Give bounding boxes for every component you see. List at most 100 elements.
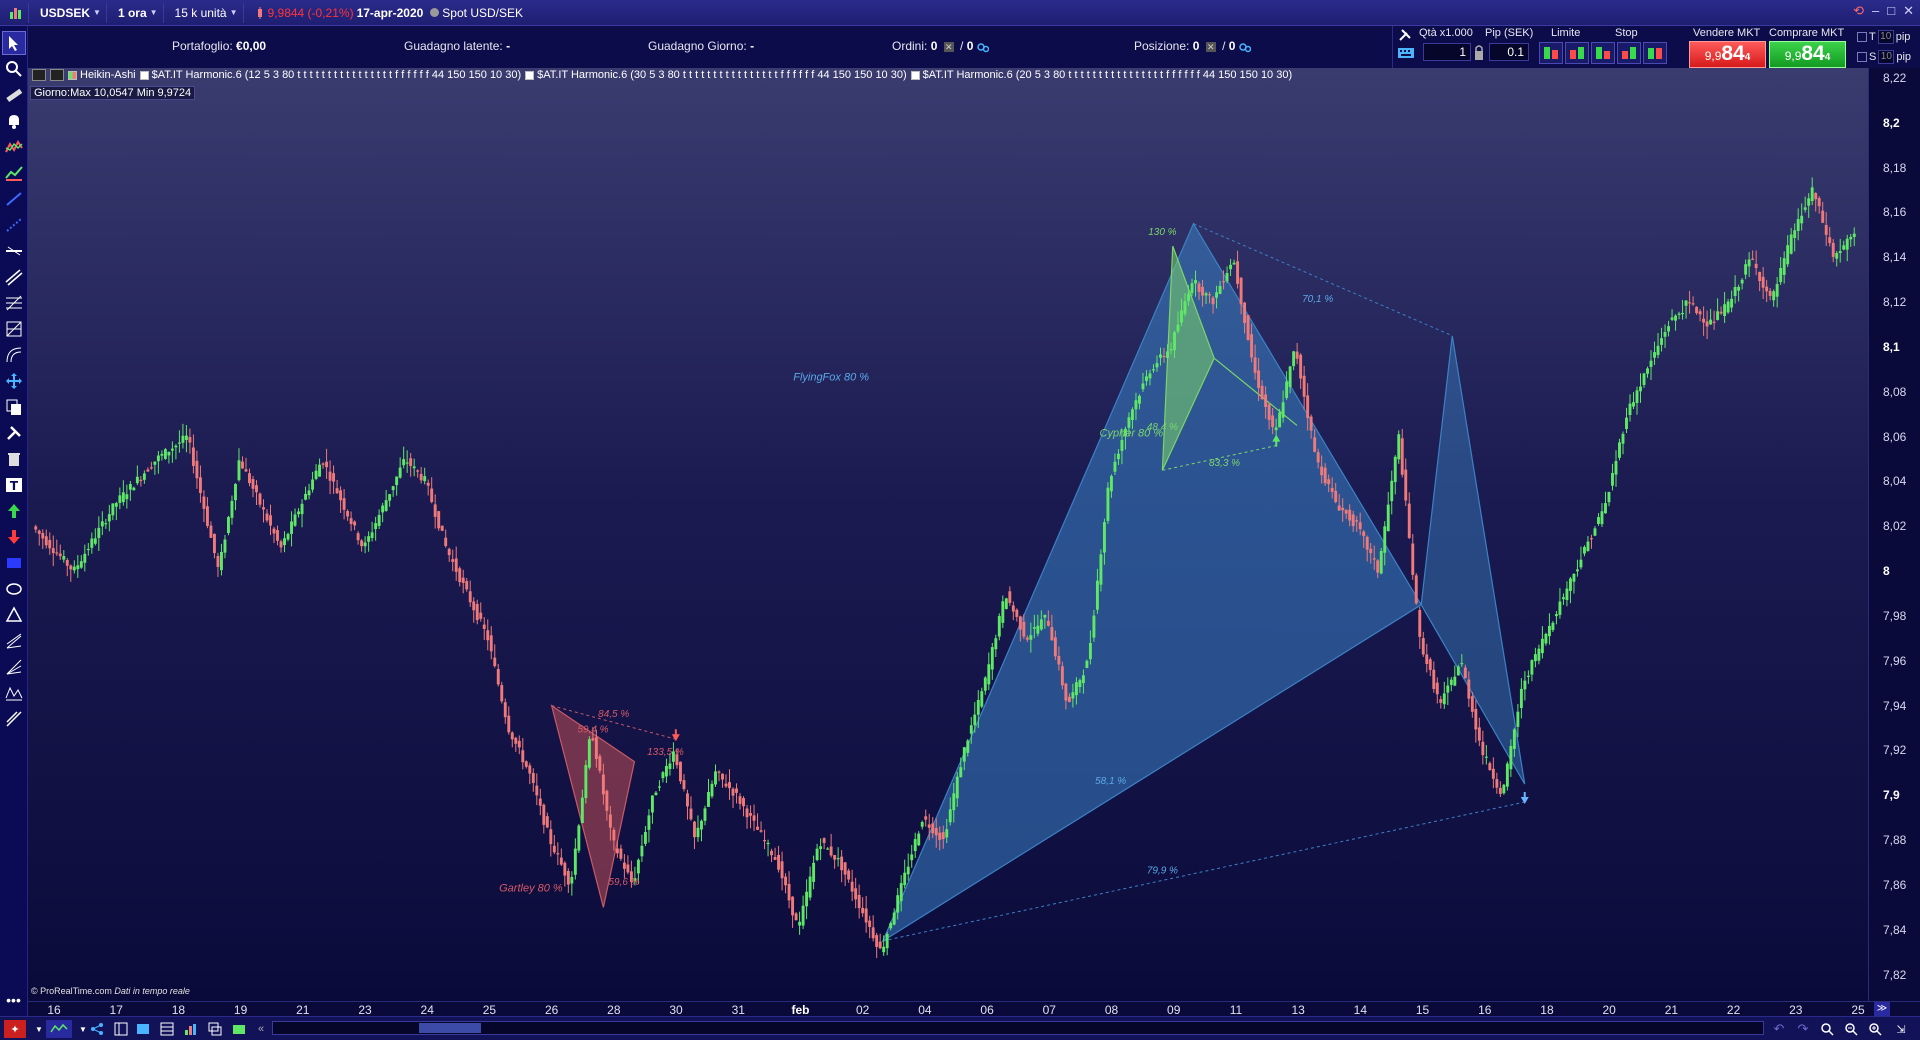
window-icon[interactable] (134, 1020, 152, 1038)
text-tool[interactable]: T (2, 473, 26, 497)
triangle-tool[interactable] (2, 603, 26, 627)
brush-tool[interactable] (2, 707, 26, 731)
stop-loss-value[interactable]: 10 (1878, 50, 1895, 64)
legend-harmonic-3[interactable]: $AT.IT Harmonic.6 (20 5 3 80 t t t t t t… (910, 69, 1292, 81)
ruler-tool[interactable] (2, 83, 26, 107)
candle-body (419, 473, 423, 481)
separator-tool[interactable] (2, 213, 26, 237)
checkbox-box (1857, 52, 1867, 62)
share-icon[interactable] (88, 1020, 106, 1038)
price-axis[interactable]: 8,22 8,2 8,18 8,16 8,14 8,12 8,1 8,08 8,06 8,04 8,… (1868, 68, 1920, 1001)
more-tools[interactable]: ••• (2, 988, 26, 1012)
close-position-icon[interactable]: ✕ (1205, 41, 1216, 52)
symbol-selector[interactable]: USDSEK ▼ (35, 2, 107, 23)
stop-loss-checkbox[interactable]: S 10 pip (1857, 50, 1911, 64)
candle-body (1400, 438, 1404, 475)
pitchfork-tool[interactable] (2, 629, 26, 653)
keyboard-icon[interactable] (1397, 46, 1415, 60)
gann-tool[interactable] (2, 317, 26, 341)
close-icon[interactable]: ✕ (1903, 3, 1914, 19)
indicator-tool[interactable] (2, 135, 26, 159)
candle-body (1046, 620, 1050, 626)
candle-body (125, 494, 129, 500)
price-chart[interactable]: FlyingFox 80 %70,1 %58,1 %79,9 %Cypher 8… (28, 68, 1868, 1001)
indicators-icon[interactable] (182, 1020, 200, 1038)
quantity-input[interactable]: 1 (1423, 43, 1471, 61)
limit-sell-button[interactable] (1565, 42, 1589, 64)
delete-tool[interactable] (2, 447, 26, 471)
horizontal-line-tool[interactable] (2, 239, 26, 263)
units-selector[interactable]: 15 k unità ▼ (170, 2, 244, 23)
oco-button[interactable] (1643, 42, 1667, 64)
time-axis[interactable]: ≫ 16 17 18 19 21 23 24 25 26 28 30 31 feb 02 04 06 07 08 0… (28, 1001, 1920, 1017)
take-profit-checkbox[interactable]: T 10 pip (1857, 30, 1910, 44)
layout-icon[interactable] (112, 1020, 130, 1038)
arc-tool[interactable] (2, 343, 26, 367)
chart-type-selector[interactable] (4, 2, 29, 23)
expand-legend-icon[interactable] (50, 69, 64, 81)
candle-body (1145, 376, 1148, 381)
time-scrollbar[interactable] (272, 1021, 1764, 1035)
maximize-icon[interactable]: □ (1887, 3, 1895, 19)
settings-tool[interactable] (2, 421, 26, 445)
expand-icon[interactable]: ⇲ (1892, 1020, 1910, 1038)
candle-body (346, 510, 350, 517)
pattern-tool[interactable] (2, 681, 26, 705)
rectangle-tool[interactable] (2, 551, 26, 575)
scroll-right-icon[interactable]: ≫ (1874, 1002, 1890, 1016)
platform-logo-icon[interactable]: ✦ (4, 1020, 26, 1038)
candle-body (857, 894, 861, 909)
sell-market-button[interactable]: 9,9 84 4 (1689, 41, 1766, 68)
zoom-in-icon[interactable] (1866, 1020, 1884, 1038)
fibonacci-tool[interactable] (2, 291, 26, 315)
buy-arrow-tool[interactable] (2, 499, 26, 523)
sync-icon[interactable]: ⟲ (1853, 3, 1864, 19)
lock-icon[interactable] (1473, 44, 1485, 62)
pip-input[interactable]: 0.1 (1489, 43, 1529, 61)
zoom-auto-icon[interactable] (1818, 1020, 1836, 1038)
alert-tool[interactable] (2, 109, 26, 133)
channel-tool[interactable] (2, 265, 26, 289)
cursor-tool[interactable] (1, 31, 26, 55)
candle-body (563, 862, 567, 876)
candle-body (1393, 456, 1397, 483)
candle-body (710, 783, 714, 797)
candle-body (370, 532, 374, 538)
legend-heikin-ashi[interactable]: Heikin-Ashi (68, 69, 136, 81)
candle-body (1243, 302, 1247, 323)
gear-icon[interactable] (977, 41, 989, 53)
scrollbar-thumb[interactable] (419, 1023, 481, 1033)
candle-body (1435, 682, 1439, 695)
minimize-icon[interactable]: – (1872, 3, 1879, 19)
move-tool[interactable] (2, 369, 26, 393)
legend-harmonic-2[interactable]: $AT.IT Harmonic.6 (30 5 3 80 t t t t t t… (525, 69, 907, 81)
redo-icon[interactable]: ↷ (1794, 1020, 1812, 1038)
screens-icon[interactable] (206, 1020, 224, 1038)
stop-sell-button[interactable] (1617, 42, 1641, 64)
speed-lines-tool[interactable] (2, 655, 26, 679)
collapse-legend-icon[interactable] (32, 69, 46, 81)
candle-body (1642, 373, 1646, 385)
gear-icon[interactable] (1239, 41, 1251, 53)
line-tool[interactable] (2, 187, 26, 211)
table-icon[interactable] (158, 1020, 176, 1038)
sell-arrow-tool[interactable] (2, 525, 26, 549)
legend-harmonic-1[interactable]: $AT.IT Harmonic.6 (12 5 3 80 t t t t t t… (139, 69, 521, 81)
copy-tool[interactable] (2, 395, 26, 419)
timeframe-selector[interactable]: 1 ora ▼ (113, 2, 164, 23)
undo-icon[interactable]: ↶ (1770, 1020, 1788, 1038)
chart-style-icon[interactable] (46, 1020, 72, 1038)
wrench-icon[interactable] (1397, 28, 1413, 42)
zoom-out-icon[interactable] (1842, 1020, 1860, 1038)
trend-tool[interactable] (2, 161, 26, 185)
scroll-left-icon[interactable]: « (252, 1020, 270, 1038)
limit-buy-button[interactable] (1539, 42, 1563, 64)
zoom-tool[interactable] (2, 57, 26, 81)
buy-market-button[interactable]: 9,9 84 4 (1769, 41, 1846, 68)
close-orders-icon[interactable]: ✕ (943, 41, 954, 52)
stop-buy-button[interactable] (1591, 42, 1615, 64)
take-profit-value[interactable]: 10 (1877, 30, 1894, 44)
price-chart-area[interactable]: FlyingFox 80 % 70,1 % 58,1 % 79,9 % Cypher 8… (28, 68, 1868, 1001)
scripts-icon[interactable] (230, 1020, 248, 1038)
ellipse-tool[interactable] (2, 577, 26, 601)
